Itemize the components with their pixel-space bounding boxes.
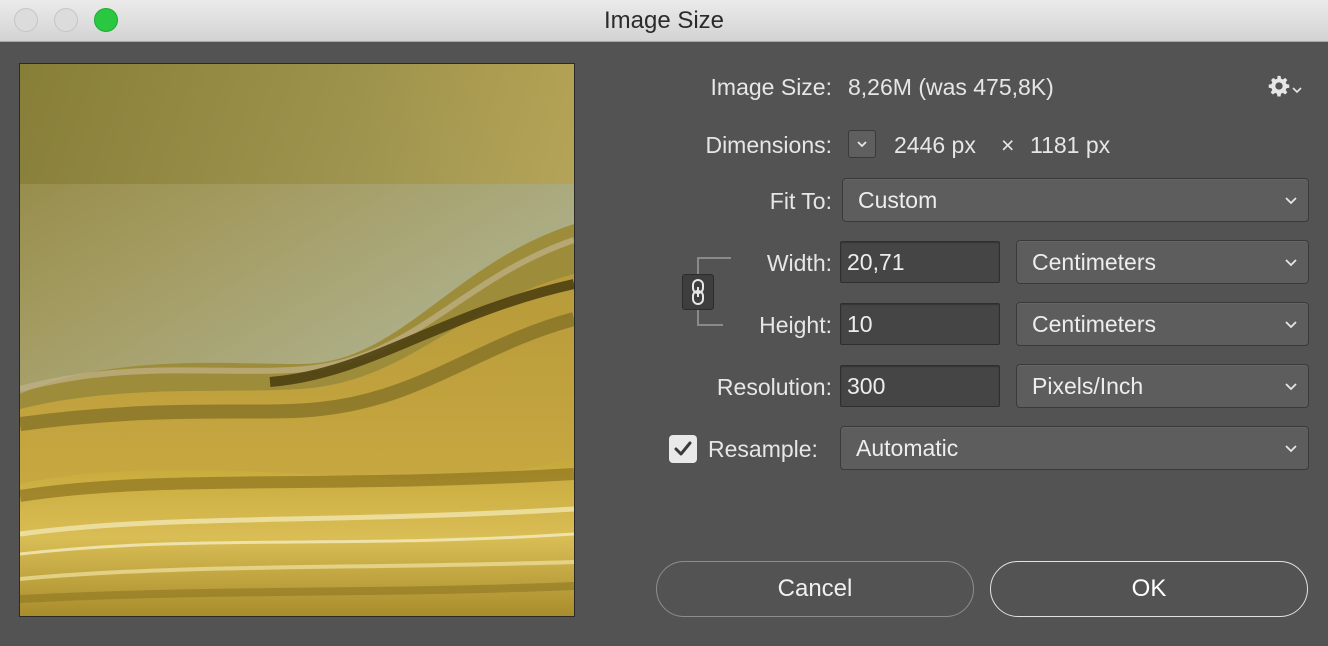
chevron-down-icon: [1285, 382, 1297, 390]
gear-dropdown-caret-icon: [1292, 87, 1302, 94]
resample-label: Resample:: [708, 436, 818, 462]
dimensions-times-sign: ×: [1001, 132, 1015, 158]
chevron-down-icon: [1285, 258, 1297, 266]
image-size-value: 8,26M (was 475,8K): [848, 74, 1054, 100]
height-label: Height:: [759, 312, 832, 338]
title-bar: Image Size: [0, 0, 1328, 42]
gear-icon: [1268, 75, 1290, 97]
image-size-label: Image Size:: [710, 74, 832, 100]
dimensions-unit-menu-button[interactable]: [848, 130, 876, 158]
image-preview[interactable]: [19, 63, 575, 617]
preview-image: [20, 64, 574, 616]
height-unit-select[interactable]: Centimeters: [1016, 302, 1309, 346]
width-unit-selected: Centimeters: [1032, 249, 1156, 275]
chain-link-icon: [692, 279, 704, 305]
height-unit-selected: Centimeters: [1032, 311, 1156, 337]
chevron-down-icon: [1285, 196, 1297, 204]
fit-to-select[interactable]: Custom: [842, 178, 1309, 222]
checkmark-icon: [674, 441, 692, 456]
height-input[interactable]: 10: [840, 303, 1000, 345]
settings-button[interactable]: [1268, 72, 1304, 100]
constrain-proportions-button[interactable]: [682, 274, 714, 310]
resample-method-select[interactable]: Automatic: [840, 426, 1309, 470]
width-input[interactable]: 20,71: [840, 241, 1000, 283]
dimensions-height-value: 1181 px: [1030, 132, 1111, 158]
fit-to-selected: Custom: [858, 187, 938, 213]
width-label: Width:: [766, 250, 832, 276]
resolution-unit-select[interactable]: Pixels/Inch: [1016, 364, 1309, 408]
width-unit-select[interactable]: Centimeters: [1016, 240, 1309, 284]
dimensions-width-value: 2446 px: [894, 132, 976, 158]
chevron-down-icon: [1285, 320, 1297, 328]
chevron-down-icon: [1285, 444, 1297, 452]
window-title: Image Size: [603, 7, 725, 34]
resolution-unit-selected: Pixels/Inch: [1032, 373, 1144, 399]
resample-method-selected: Automatic: [856, 435, 959, 461]
cancel-button[interactable]: Cancel: [656, 561, 974, 617]
chevron-down-icon: [857, 141, 867, 148]
dimensions-label: Dimensions:: [705, 132, 832, 158]
resolution-input[interactable]: 300: [840, 365, 1000, 407]
ok-button[interactable]: OK: [990, 561, 1308, 617]
image-size-dialog: Image Size Image Size: 8,26M (was 475,8K…: [0, 0, 1328, 646]
fit-to-label: Fit To:: [769, 188, 832, 214]
resolution-label: Resolution:: [716, 374, 832, 400]
resample-checkbox[interactable]: [669, 435, 697, 463]
